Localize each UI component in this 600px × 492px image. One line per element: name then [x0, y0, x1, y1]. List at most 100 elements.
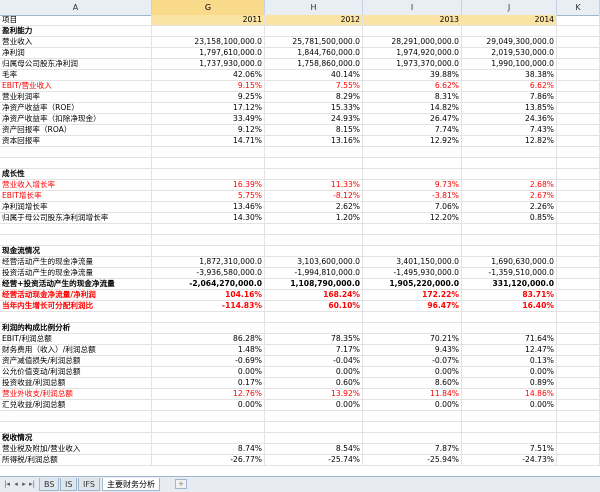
- cell-2011[interactable]: 23,158,100,000.0: [152, 37, 265, 47]
- cell-2012[interactable]: 8.29%: [265, 92, 363, 102]
- row-label-cell[interactable]: 投资活动产生的现金净流量: [0, 268, 152, 278]
- cell-2012[interactable]: 1,108,790,000.0: [265, 279, 363, 289]
- cell-k[interactable]: [557, 268, 600, 278]
- cell-2014[interactable]: [462, 312, 557, 322]
- cell-2013[interactable]: [363, 147, 462, 157]
- cell-2012[interactable]: 15.33%: [265, 103, 363, 113]
- cell-k[interactable]: [557, 246, 600, 256]
- cell-2013[interactable]: [363, 158, 462, 168]
- cell-k[interactable]: [557, 444, 600, 454]
- cell-2012[interactable]: 24.93%: [265, 114, 363, 124]
- cell-2011[interactable]: 9.25%: [152, 92, 265, 102]
- row-label-cell[interactable]: 税收情况: [0, 433, 152, 443]
- cell-2013[interactable]: 7.87%: [363, 444, 462, 454]
- cell-k[interactable]: [557, 136, 600, 146]
- cell-k[interactable]: [557, 257, 600, 267]
- cell-2012[interactable]: 0.00%: [265, 400, 363, 410]
- row-label-cell[interactable]: [0, 158, 152, 168]
- cell-2011[interactable]: [152, 323, 265, 333]
- cell-2013[interactable]: 1,905,220,000.0: [363, 279, 462, 289]
- cell-2011[interactable]: -26.77%: [152, 455, 265, 465]
- cell-2012[interactable]: [265, 26, 363, 36]
- cell-2014[interactable]: 6.62%: [462, 81, 557, 91]
- cell-2011[interactable]: 9.12%: [152, 125, 265, 135]
- row-label-cell[interactable]: 公允价值变动/利润总额: [0, 367, 152, 377]
- cell-2011[interactable]: 1.48%: [152, 345, 265, 355]
- cell-2012[interactable]: 2012: [265, 15, 363, 25]
- cell-k[interactable]: [557, 301, 600, 311]
- cell-2014[interactable]: 2.68%: [462, 180, 557, 190]
- cell-2013[interactable]: [363, 433, 462, 443]
- cell-2013[interactable]: [363, 224, 462, 234]
- cell-2011[interactable]: [152, 411, 265, 421]
- cell-k[interactable]: [557, 114, 600, 124]
- cell-2011[interactable]: [152, 235, 265, 245]
- cell-2012[interactable]: 168.24%: [265, 290, 363, 300]
- next-sheet-icon[interactable]: ▸: [20, 479, 28, 489]
- row-label-cell[interactable]: 资产回报率（ROA）: [0, 125, 152, 135]
- cell-2013[interactable]: [363, 312, 462, 322]
- cell-2012[interactable]: -0.04%: [265, 356, 363, 366]
- row-label-cell[interactable]: [0, 422, 152, 432]
- cell-2013[interactable]: 14.82%: [363, 103, 462, 113]
- cell-2014[interactable]: 0.85%: [462, 213, 557, 223]
- cell-2012[interactable]: 2.62%: [265, 202, 363, 212]
- cell-2011[interactable]: 16.39%: [152, 180, 265, 190]
- cell-2011[interactable]: [152, 422, 265, 432]
- cell-2013[interactable]: 70.21%: [363, 334, 462, 344]
- cell-2012[interactable]: [265, 147, 363, 157]
- cell-k[interactable]: [557, 224, 600, 234]
- cell-2012[interactable]: 8.54%: [265, 444, 363, 454]
- cell-k[interactable]: [557, 59, 600, 69]
- cell-2012[interactable]: [265, 422, 363, 432]
- cell-2014[interactable]: 38.38%: [462, 70, 557, 80]
- cell-2014[interactable]: 2,019,530,000.0: [462, 48, 557, 58]
- cell-2012[interactable]: [265, 235, 363, 245]
- row-label-cell[interactable]: 现金流情况: [0, 246, 152, 256]
- cell-2011[interactable]: 17.12%: [152, 103, 265, 113]
- row-label-cell[interactable]: EBIT/利润总额: [0, 334, 152, 344]
- cell-k[interactable]: [557, 81, 600, 91]
- cell-k[interactable]: [557, 103, 600, 113]
- cell-2013[interactable]: 3,401,150,000.0: [363, 257, 462, 267]
- row-label-cell[interactable]: 成长性: [0, 169, 152, 179]
- cell-2014[interactable]: 13.85%: [462, 103, 557, 113]
- cell-k[interactable]: [557, 356, 600, 366]
- prev-sheet-icon[interactable]: ◂: [12, 479, 20, 489]
- cell-2014[interactable]: -24.73%: [462, 455, 557, 465]
- cell-2013[interactable]: 172.22%: [363, 290, 462, 300]
- row-label-cell[interactable]: [0, 147, 152, 157]
- cell-k[interactable]: [557, 323, 600, 333]
- spreadsheet-grid[interactable]: A G H I J K 项目 2011 2012 2013 2014 盈利能力 营业收入 23…: [0, 0, 600, 476]
- cell-k[interactable]: [557, 400, 600, 410]
- cell-2011[interactable]: 0.00%: [152, 367, 265, 377]
- cell-2014[interactable]: 16.40%: [462, 301, 557, 311]
- cell-2014[interactable]: 0.89%: [462, 378, 557, 388]
- cell-2012[interactable]: 7.55%: [265, 81, 363, 91]
- cell-2011[interactable]: 13.46%: [152, 202, 265, 212]
- row-label-cell[interactable]: 资产减值损失/利润总额: [0, 356, 152, 366]
- cell-k[interactable]: [557, 202, 600, 212]
- cell-2013[interactable]: [363, 246, 462, 256]
- cell-2014[interactable]: 12.82%: [462, 136, 557, 146]
- cell-2013[interactable]: 12.20%: [363, 213, 462, 223]
- cell-2014[interactable]: 7.51%: [462, 444, 557, 454]
- cell-2013[interactable]: 0.00%: [363, 367, 462, 377]
- cell-2011[interactable]: 12.76%: [152, 389, 265, 399]
- cell-2013[interactable]: [363, 323, 462, 333]
- cell-2012[interactable]: 60.10%: [265, 301, 363, 311]
- cell-2013[interactable]: 1,974,920,000.0: [363, 48, 462, 58]
- column-header-g[interactable]: G: [152, 0, 265, 15]
- cell-2014[interactable]: 0.00%: [462, 400, 557, 410]
- cell-2012[interactable]: [265, 312, 363, 322]
- column-header-h[interactable]: H: [265, 0, 363, 15]
- cell-2013[interactable]: 9.73%: [363, 180, 462, 190]
- cell-2011[interactable]: 14.71%: [152, 136, 265, 146]
- row-label-cell[interactable]: 归属母公司股东净利润: [0, 59, 152, 69]
- cell-k[interactable]: [557, 191, 600, 201]
- row-label-cell[interactable]: 营业外收支/利润总额: [0, 389, 152, 399]
- cell-k[interactable]: [557, 15, 600, 25]
- row-label-cell[interactable]: 营业利润率: [0, 92, 152, 102]
- cell-2014[interactable]: 1,690,630,000.0: [462, 257, 557, 267]
- cell-2013[interactable]: -3.81%: [363, 191, 462, 201]
